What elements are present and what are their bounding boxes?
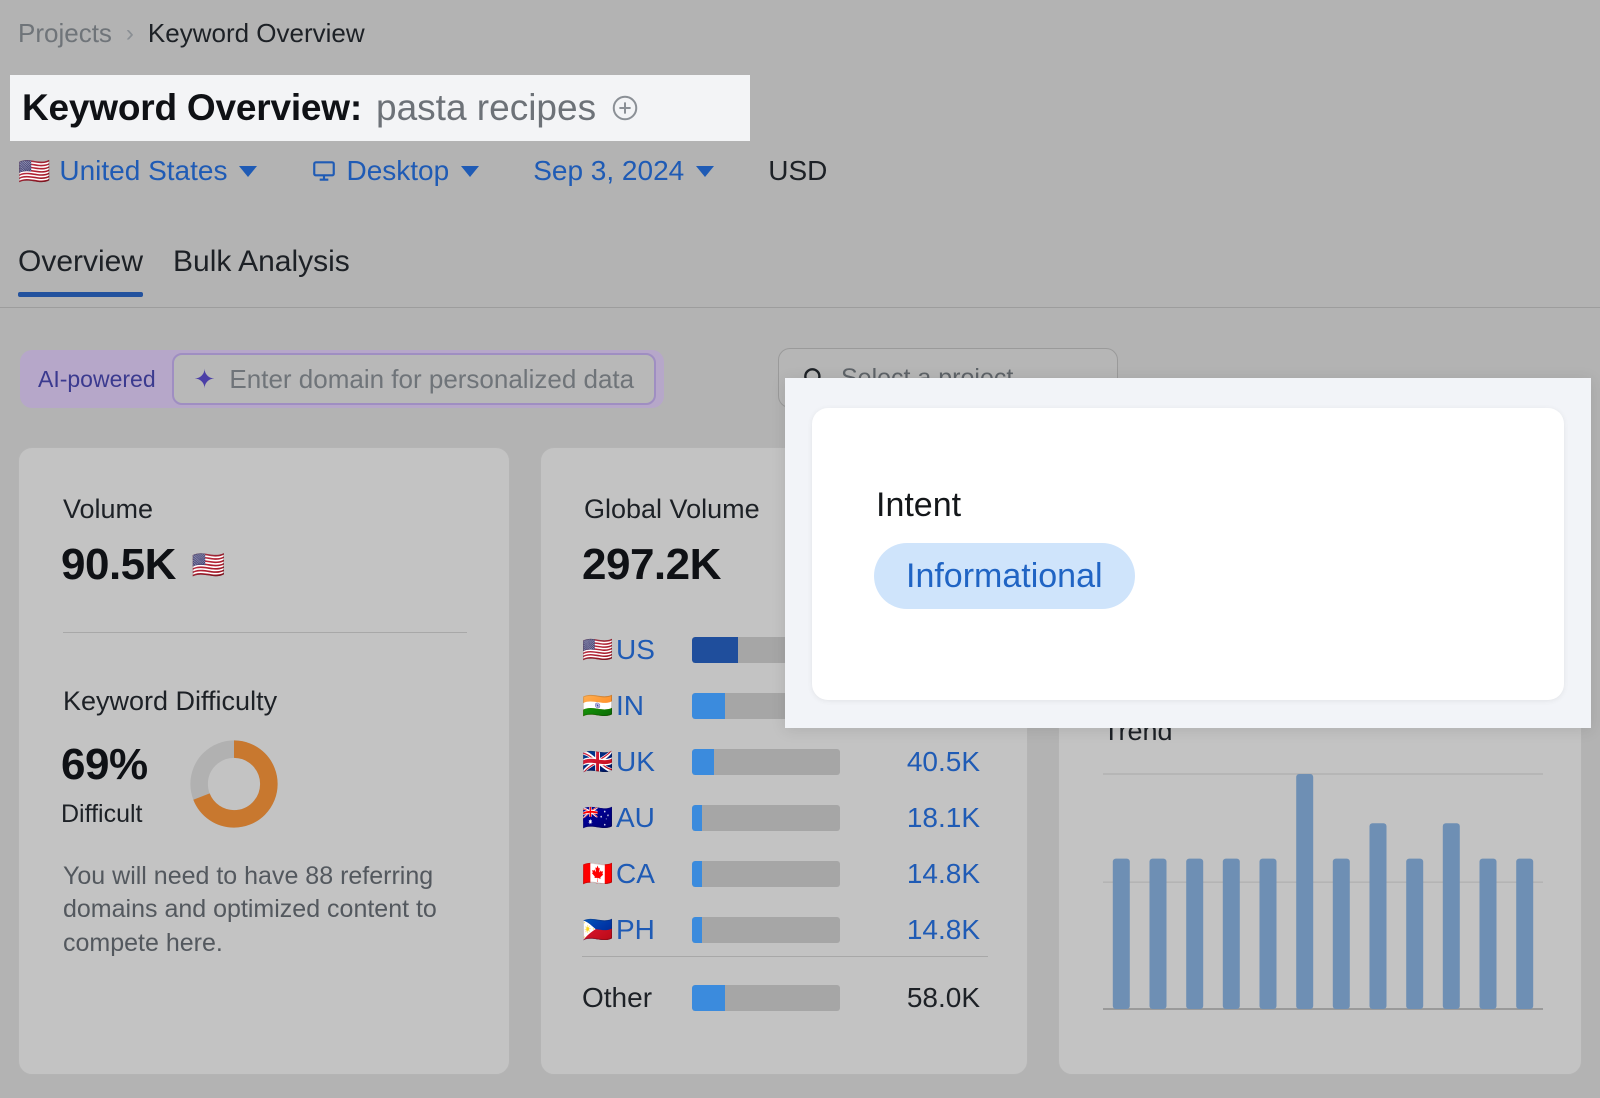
intent-popup: Intent Informational: [785, 378, 1591, 728]
breadcrumb: Projects › Keyword Overview: [18, 18, 365, 49]
trend-bar: [1186, 859, 1203, 1009]
country-volume: 14.8K: [840, 914, 988, 946]
country-code[interactable]: CA: [616, 858, 692, 890]
chevron-down-icon: [461, 166, 479, 177]
page-title: Keyword Overview: pasta recipes: [10, 75, 750, 141]
country-other-row-wrap: Other 58.0K: [582, 970, 988, 1026]
breadcrumb-root[interactable]: Projects: [18, 18, 112, 49]
country-code[interactable]: IN: [616, 690, 692, 722]
trend-bar: [1370, 823, 1387, 1009]
keyword-difficulty-value: 69%: [61, 740, 148, 790]
country-bar-track: [692, 805, 840, 831]
keyword-difficulty-note: You will need to have 88 referring domai…: [63, 860, 473, 960]
trend-bar: [1406, 859, 1423, 1009]
tab-overview[interactable]: Overview: [18, 245, 143, 297]
sparkle-icon: ✦: [194, 366, 216, 392]
intent-title: Intent: [876, 486, 961, 525]
global-volume-label: Global Volume: [584, 494, 760, 525]
trend-bar: [1443, 823, 1460, 1009]
country-code[interactable]: PH: [616, 914, 692, 946]
country-volume: 58.0K: [840, 982, 988, 1014]
country-volume: 14.8K: [840, 858, 988, 890]
domain-input-placeholder: Enter domain for personalized data: [229, 364, 634, 395]
country-bar-fill: [692, 805, 702, 831]
ai-powered-label: AI-powered: [38, 366, 172, 393]
tab-bulk-analysis[interactable]: Bulk Analysis: [173, 245, 350, 297]
country-bar-fill: [692, 637, 738, 663]
country-flag-icon: 🇨🇦: [582, 862, 616, 887]
filter-bar: 🇺🇸 United States Desktop Sep 3, 2024 USD: [18, 155, 827, 187]
domain-input[interactable]: ✦ Enter domain for personalized data: [172, 353, 657, 405]
volume-value-row: 90.5K 🇺🇸: [61, 540, 226, 590]
page-title-keyword: pasta recipes: [376, 87, 596, 129]
country-code[interactable]: US: [616, 634, 692, 666]
intent-chip[interactable]: Informational: [874, 543, 1135, 609]
tab-bar: Overview Bulk Analysis: [18, 245, 350, 297]
monitor-icon: [311, 158, 337, 184]
chevron-down-icon: [696, 166, 714, 177]
country-code: Other: [582, 982, 692, 1014]
country-flag-icon: 🇺🇸: [582, 638, 616, 663]
country-flag-icon: 🇮🇳: [582, 694, 616, 719]
chevron-down-icon: [239, 166, 257, 177]
trend-bar: [1223, 859, 1240, 1009]
trend-bar: [1113, 859, 1130, 1009]
us-flag-icon: 🇺🇸: [192, 549, 226, 581]
trend-bar-chart: [1103, 766, 1543, 1021]
keyword-difficulty-row: 69% Difficult: [61, 738, 280, 830]
filter-device[interactable]: Desktop: [311, 155, 479, 187]
country-bar-track: [692, 985, 840, 1011]
volume-card: Volume 90.5K 🇺🇸 Keyword Difficulty 69% D…: [18, 447, 510, 1075]
filter-device-label: Desktop: [346, 155, 449, 187]
country-flag-icon: 🇬🇧: [582, 750, 616, 775]
filter-date-label: Sep 3, 2024: [533, 155, 684, 187]
divider: [63, 632, 467, 633]
trend-bar: [1516, 859, 1533, 1009]
country-bar-track: [692, 917, 840, 943]
keyword-difficulty-word: Difficult: [61, 800, 148, 829]
country-volume: 40.5K: [840, 746, 988, 778]
country-code[interactable]: AU: [616, 802, 692, 834]
breadcrumb-current[interactable]: Keyword Overview: [148, 18, 365, 49]
country-bar-fill: [692, 985, 725, 1011]
keyword-difficulty-donut-icon: [188, 738, 280, 830]
plus-circle-icon[interactable]: [610, 93, 640, 123]
trend-bar: [1260, 859, 1277, 1009]
tab-divider: [0, 307, 1600, 308]
country-bar-fill: [692, 861, 702, 887]
filter-country[interactable]: 🇺🇸 United States: [18, 155, 257, 187]
country-flag-icon: 🇦🇺: [582, 806, 616, 831]
country-row: Other 58.0K: [582, 970, 988, 1026]
country-bar-fill: [692, 749, 714, 775]
country-flag-icon: 🇵🇭: [582, 918, 616, 943]
trend-bar: [1333, 859, 1350, 1009]
ai-powered-badge: AI-powered ✦ Enter domain for personaliz…: [20, 350, 664, 408]
country-volume: 18.1K: [840, 802, 988, 834]
ai-domain-row: AI-powered ✦ Enter domain for personaliz…: [20, 350, 664, 408]
trend-bar: [1150, 859, 1167, 1009]
country-row: 🇬🇧UK 40.5K: [582, 734, 988, 790]
global-volume-value: 297.2K: [582, 540, 721, 590]
country-bar-track: [692, 749, 840, 775]
keyword-difficulty-label: Keyword Difficulty: [63, 686, 277, 717]
filter-country-label: United States: [59, 155, 227, 187]
breadcrumb-separator-icon: ›: [126, 22, 134, 46]
intent-popup-card: Intent Informational: [812, 408, 1564, 700]
trend-bar: [1296, 774, 1313, 1009]
country-bar-track: [692, 861, 840, 887]
page-title-prefix: Keyword Overview:: [22, 87, 362, 129]
country-bar-fill: [692, 693, 725, 719]
us-flag-icon: 🇺🇸: [18, 158, 50, 184]
country-code[interactable]: UK: [616, 746, 692, 778]
country-row: 🇵🇭PH 14.8K: [582, 902, 988, 958]
filter-currency: USD: [768, 155, 827, 187]
filter-date[interactable]: Sep 3, 2024: [533, 155, 714, 187]
country-bar-fill: [692, 917, 702, 943]
volume-label: Volume: [63, 494, 153, 525]
divider: [582, 956, 988, 957]
trend-bar: [1480, 859, 1497, 1009]
country-row: 🇨🇦CA 14.8K: [582, 846, 988, 902]
country-row: 🇦🇺AU 18.1K: [582, 790, 988, 846]
volume-value: 90.5K: [61, 540, 176, 590]
